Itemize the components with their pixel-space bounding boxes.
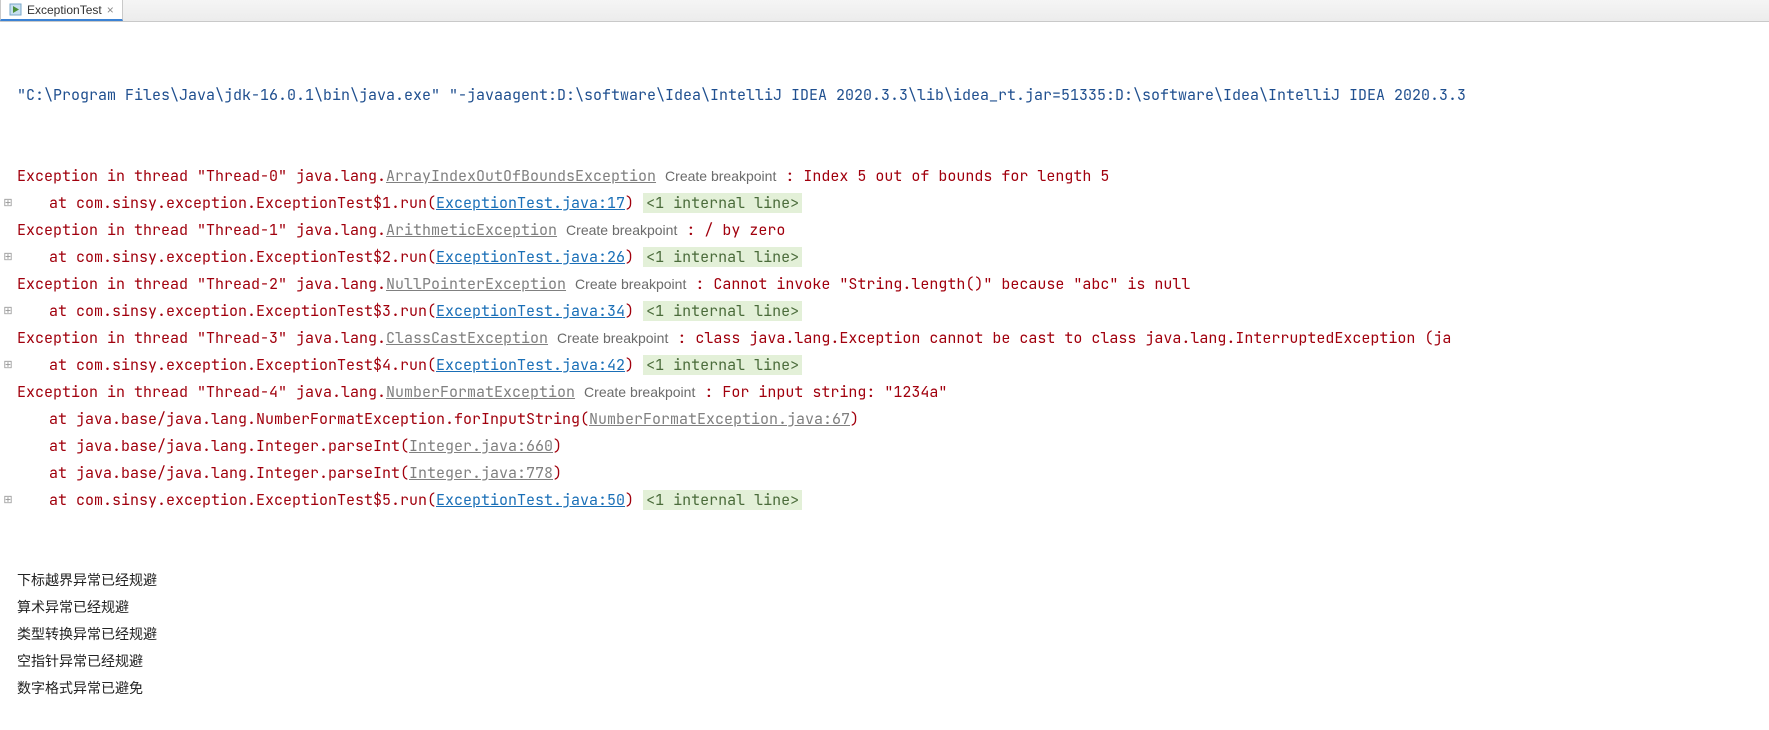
frame-prefix: at com.sinsy.exception.ExceptionTest$4.r… [49,355,436,375]
exception-header: Exception in thread "Thread-2" java.lang… [0,271,1769,298]
close-icon[interactable]: × [107,3,114,17]
java-command: "C:\Program Files\Java\jdk-16.0.1\bin\ja… [17,85,1466,105]
exception-prefix: Exception in thread "Thread-3" java.lang… [17,328,386,348]
exception-message: : Cannot invoke "String.length()" becaus… [686,274,1190,294]
internal-line-badge[interactable]: <1 internal line> [643,355,802,375]
internal-line-badge[interactable]: <1 internal line> [643,490,802,510]
create-breakpoint-link[interactable]: Create breakpoint [566,222,677,238]
expand-icon[interactable]: ⊞ [2,487,14,514]
source-link[interactable]: ExceptionTest.java:26 [436,247,625,267]
create-breakpoint-link[interactable]: Create breakpoint [575,276,686,292]
output-message: 下标越界异常已经规避 [0,568,1769,595]
frame-prefix: at java.base/java.lang.Integer.parseInt( [49,463,409,483]
expand-icon[interactable]: ⊞ [2,244,14,271]
stack-frame: at java.base/java.lang.Integer.parseInt(… [0,433,1769,460]
stack-frame: at java.base/java.lang.Integer.parseInt(… [0,460,1769,487]
output-message: 类型转换异常已经规避 [0,622,1769,649]
run-tab-icon [9,3,22,16]
stack-frame: ⊞ at com.sinsy.exception.ExceptionTest$1.… [0,190,1769,217]
internal-line-badge[interactable]: <1 internal line> [643,193,802,213]
exception-type-link[interactable]: ArrayIndexOutOfBoundsException [386,166,656,186]
exception-prefix: Exception in thread "Thread-0" java.lang… [17,166,386,186]
exception-type-link[interactable]: ClassCastException [386,328,548,348]
frame-prefix: at java.base/java.lang.Integer.parseInt( [49,436,409,456]
stack-frame: ⊞ at com.sinsy.exception.ExceptionTest$5.… [0,487,1769,514]
expand-icon[interactable]: ⊞ [2,298,14,325]
console-output: "C:\Program Files\Java\jdk-16.0.1\bin\ja… [0,22,1769,730]
exception-prefix: Exception in thread "Thread-1" java.lang… [17,220,386,240]
exception-prefix: Exception in thread "Thread-2" java.lang… [17,274,386,294]
exception-header: Exception in thread "Thread-1" java.lang… [0,217,1769,244]
command-line: "C:\Program Files\Java\jdk-16.0.1\bin\ja… [0,82,1769,109]
exception-header: Exception in thread "Thread-0" java.lang… [0,163,1769,190]
exception-message: : Index 5 out of bounds for length 5 [776,166,1109,186]
stack-frame: ⊞ at com.sinsy.exception.ExceptionTest$3.… [0,298,1769,325]
frame-suffix: ) [625,193,634,213]
exception-message: : For input string: "1234a" [695,382,947,402]
frame-prefix: at com.sinsy.exception.ExceptionTest$5.r… [49,490,436,510]
frame-suffix: ) [625,301,634,321]
stack-frame: ⊞ at com.sinsy.exception.ExceptionTest$2.… [0,244,1769,271]
frame-prefix: at com.sinsy.exception.ExceptionTest$2.r… [49,247,436,267]
source-link[interactable]: Integer.java:660 [409,436,553,456]
output-message: 空指针异常已经规避 [0,649,1769,676]
create-breakpoint-link[interactable]: Create breakpoint [584,384,695,400]
exception-type-link[interactable]: NullPointerException [386,274,566,294]
create-breakpoint-link[interactable]: Create breakpoint [557,330,668,346]
internal-line-badge[interactable]: <1 internal line> [643,247,802,267]
tab-bar: ExceptionTest × [0,0,1769,22]
stack-frame: at java.base/java.lang.NumberFormatExcep… [0,406,1769,433]
internal-line-badge[interactable]: <1 internal line> [643,301,802,321]
tab-label: ExceptionTest [27,3,102,17]
source-link[interactable]: ExceptionTest.java:17 [436,193,625,213]
source-link[interactable]: ExceptionTest.java:50 [436,490,625,510]
frame-suffix: ) [553,463,562,483]
exception-message: : / by zero [677,220,785,240]
expand-icon[interactable]: ⊞ [2,190,14,217]
exception-header: Exception in thread "Thread-3" java.lang… [0,325,1769,352]
stack-frame: ⊞ at com.sinsy.exception.ExceptionTest$4.… [0,352,1769,379]
frame-prefix: at java.base/java.lang.NumberFormatExcep… [49,409,589,429]
frame-suffix: ) [625,247,634,267]
source-link[interactable]: ExceptionTest.java:34 [436,301,625,321]
tab-exceptiontest[interactable]: ExceptionTest × [0,0,123,21]
output-message: 算术异常已经规避 [0,595,1769,622]
source-link[interactable]: ExceptionTest.java:42 [436,355,625,375]
frame-suffix: ) [625,355,634,375]
expand-icon[interactable]: ⊞ [2,352,14,379]
frame-prefix: at com.sinsy.exception.ExceptionTest$3.r… [49,301,436,321]
exception-prefix: Exception in thread "Thread-4" java.lang… [17,382,386,402]
exception-header: Exception in thread "Thread-4" java.lang… [0,379,1769,406]
frame-suffix: ) [850,409,859,429]
create-breakpoint-link[interactable]: Create breakpoint [665,168,776,184]
exception-message: : class java.lang.Exception cannot be ca… [668,328,1451,348]
exception-type-link[interactable]: NumberFormatException [386,382,575,402]
frame-prefix: at com.sinsy.exception.ExceptionTest$1.r… [49,193,436,213]
output-message: 数字格式异常已避免 [0,676,1769,703]
source-link[interactable]: NumberFormatException.java:67 [589,409,850,429]
source-link[interactable]: Integer.java:778 [409,463,553,483]
exception-type-link[interactable]: ArithmeticException [386,220,557,240]
frame-suffix: ) [625,490,634,510]
frame-suffix: ) [553,436,562,456]
